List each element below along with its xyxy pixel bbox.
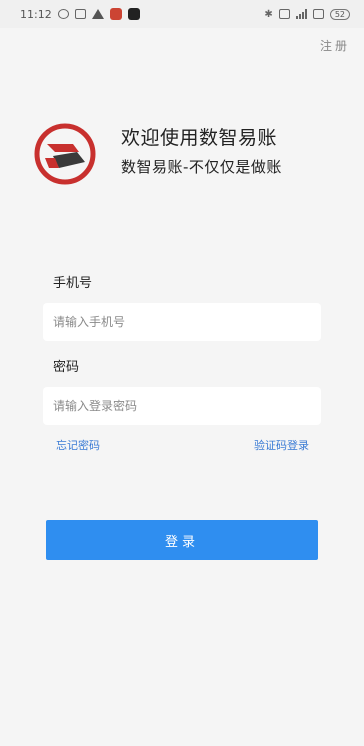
battery-icon: 52 [329,8,350,20]
forgot-password-link[interactable]: 忘记密码 [56,437,100,453]
welcome-title: 欢迎使用数智易账 [121,127,278,149]
phone-label: 手机号 [53,276,93,291]
welcome-subtitle: 数智易账-不仅仅是做账 [121,158,282,176]
app-logo [34,123,96,185]
message-icon [74,9,86,19]
phone-input[interactable] [43,303,321,341]
alarm-icon [57,9,69,19]
login-button[interactable]: 登录 [46,520,318,560]
warning-icon [91,9,104,19]
status-bar: 11:12 ✱ 52 [0,0,364,28]
tiktok-icon [127,8,140,20]
register-link[interactable]: 注册 [320,37,350,54]
status-time: 11:12 [20,7,52,21]
password-label: 密码 [53,360,80,375]
password-input[interactable] [43,387,321,425]
status-right: ✱ 52 [264,8,350,20]
wifi-icon [312,9,324,19]
signal-icon [295,9,307,19]
sms-login-link[interactable]: 验证码登录 [254,437,309,453]
app-notification-icon [109,8,122,20]
hd-icon [278,9,290,19]
bluetooth-icon: ✱ [264,8,273,20]
status-left: 11:12 [20,8,140,21]
